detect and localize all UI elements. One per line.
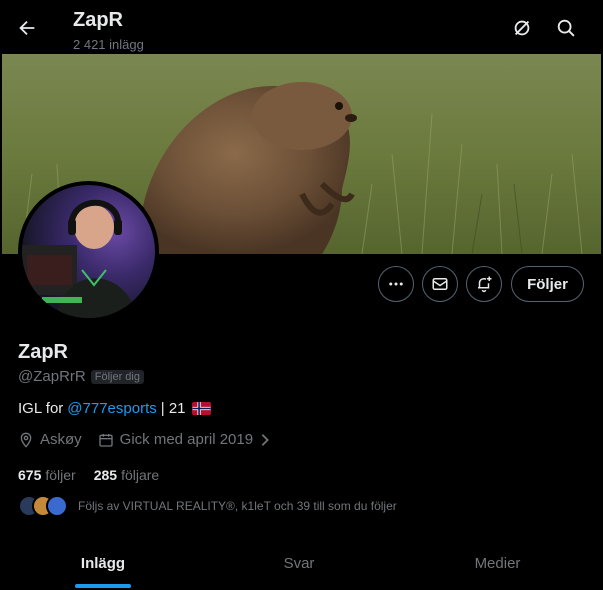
- profile-handle: @ZapRrR: [18, 368, 86, 385]
- mini-avatar: [46, 495, 68, 517]
- followed-by[interactable]: Följs av VIRTUAL REALITY®, k1leT och 39 …: [18, 495, 397, 517]
- search-icon[interactable]: [555, 17, 577, 39]
- post-count: 2 421 inlägg: [73, 37, 144, 52]
- arrow-left-icon[interactable]: [16, 17, 38, 39]
- tab-media[interactable]: Medier: [392, 543, 603, 590]
- join-date[interactable]: Gick med april 2019: [98, 431, 271, 448]
- followers-count: 285: [93, 467, 118, 483]
- handle-row: @ZapRrR Följer dig: [18, 368, 144, 385]
- active-tab-indicator: [75, 584, 131, 588]
- more-button[interactable]: [378, 266, 414, 302]
- avatar-image: [22, 185, 155, 318]
- top-bar: ZapR 2 421 inlägg: [0, 0, 603, 54]
- followed-by-avatars: [18, 495, 68, 517]
- chevron-right-icon: [259, 433, 271, 447]
- grok-icon[interactable]: [511, 17, 533, 39]
- tab-label: Medier: [474, 555, 521, 572]
- profile-tabs: Inlägg Svar Medier: [0, 543, 603, 590]
- tab-label: Inlägg: [80, 555, 126, 572]
- tab-replies[interactable]: Svar: [206, 543, 392, 590]
- location-pin-icon: [18, 432, 34, 448]
- join-date-text: Gick med april 2019: [119, 431, 254, 448]
- more-icon: [387, 275, 405, 293]
- avatar[interactable]: [18, 181, 159, 322]
- profile-bio: IGL for @777esports | 21: [18, 400, 211, 417]
- following-count: 675: [18, 467, 42, 483]
- bio-suffix: | 21: [160, 400, 186, 417]
- profile-name: ZapR: [18, 341, 68, 363]
- tab-posts[interactable]: Inlägg: [0, 543, 206, 590]
- followers-label: följare: [121, 467, 160, 483]
- following-label: följer: [45, 467, 76, 483]
- following-link[interactable]: 675 följer: [18, 467, 76, 483]
- followed-by-text: Följs av VIRTUAL REALITY®, k1leT och 39 …: [78, 499, 397, 513]
- location: Askøy: [18, 431, 82, 448]
- followers-link[interactable]: 285 följare: [94, 467, 160, 483]
- tab-label: Svar: [283, 555, 315, 572]
- calendar-icon: [98, 432, 114, 448]
- bio-mention-link[interactable]: @777esports: [67, 400, 156, 417]
- following-button[interactable]: Följer: [511, 266, 584, 302]
- follow-counts: 675 följer 285 följare: [18, 467, 159, 483]
- bell-plus-icon: [475, 275, 493, 293]
- notifications-button[interactable]: [466, 266, 502, 302]
- follows-you-badge: Följer dig: [90, 369, 144, 384]
- mail-icon: [431, 275, 449, 293]
- norway-flag-icon: [191, 402, 211, 415]
- message-button[interactable]: [422, 266, 458, 302]
- profile-meta: Askøy Gick med april 2019: [18, 431, 287, 448]
- page-title: ZapR: [73, 9, 123, 31]
- location-text: Askøy: [40, 431, 82, 448]
- bio-text: IGL for: [18, 400, 64, 417]
